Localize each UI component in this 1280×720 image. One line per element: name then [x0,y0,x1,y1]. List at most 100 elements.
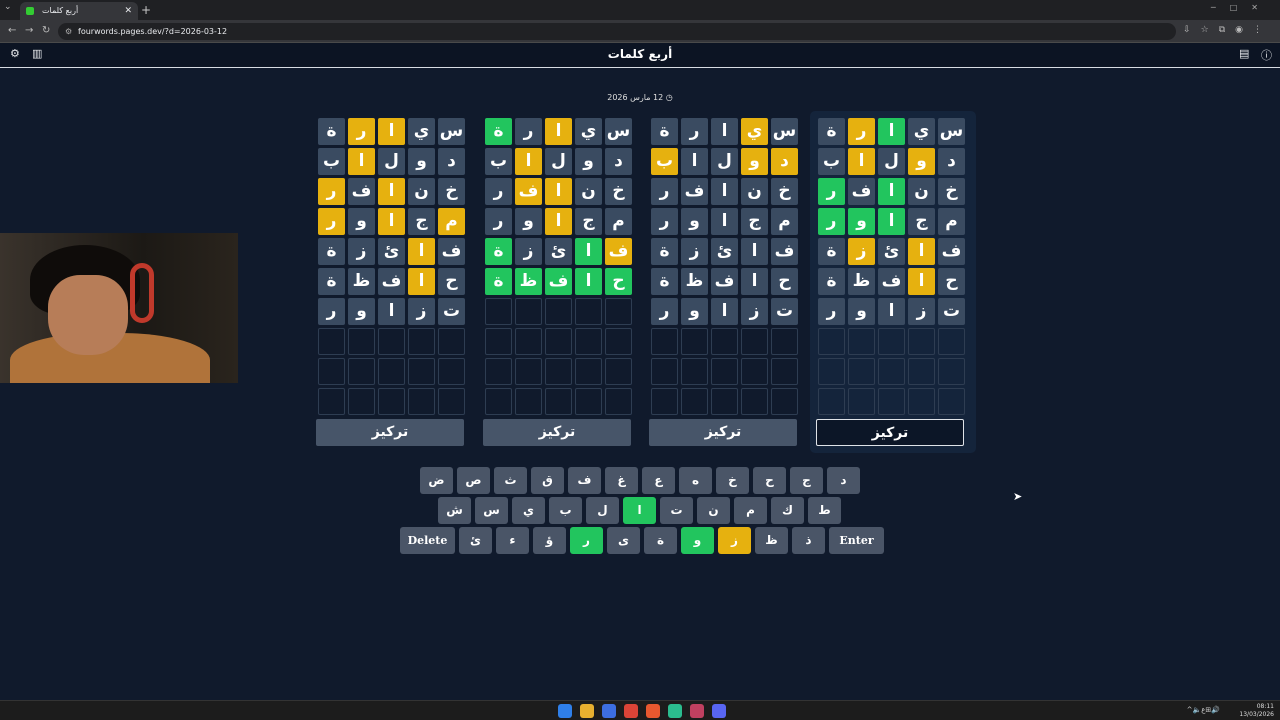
letter-tile: ر [485,178,512,205]
letter-tile: ز [681,238,708,265]
letter-tile: ا [878,178,905,205]
focus-button[interactable]: تركيز [483,419,631,446]
letter-key[interactable]: خ [716,467,749,494]
empty-tile [848,388,875,415]
empty-tile [741,388,768,415]
info-icon[interactable]: ⓘ [1261,47,1272,63]
letter-key[interactable]: ه [679,467,712,494]
letter-key[interactable]: ط [808,497,841,524]
letter-tile: و [348,208,375,235]
keyboard-row: دجحخهعغفقثصض [420,467,860,494]
letter-key[interactable]: ن [697,497,730,524]
letter-tile: و [515,208,542,235]
empty-tile [908,358,935,385]
letter-tile: م [438,208,465,235]
letter-key[interactable]: ح [753,467,786,494]
letter-key[interactable]: ض [420,467,453,494]
letter-tile: ة [318,238,345,265]
letter-key[interactable]: ت [660,497,693,524]
site-info-icon[interactable]: ⚙ [65,23,72,40]
letter-key[interactable]: ق [531,467,564,494]
empty-tile [545,388,572,415]
letter-key[interactable]: س [475,497,508,524]
window-controls[interactable]: ─□✕ [1211,3,1272,12]
letter-key[interactable]: غ [605,467,638,494]
letter-tile: خ [438,178,465,205]
word-board[interactable]: س ي ا ر ة د و ل ا ب خ ن ا ف ر م ج ا و ر ف ا ئ ز ة ح ا ف ظ ة تركيز [477,111,643,453]
focus-button[interactable]: تركيز [316,419,464,446]
system-clock[interactable]: 08:11 13/03/2026 [1239,703,1274,719]
toolbar-icons[interactable]: ⇩☆⧉◉⋮ [1183,25,1272,35]
letter-tile: ي [741,118,768,145]
start-icon[interactable] [558,704,572,718]
letter-key[interactable]: ذ [792,527,825,554]
focus-button[interactable]: تركيز [649,419,797,446]
letter-tile: ة [485,238,512,265]
letter-key[interactable]: ى [607,527,640,554]
empty-tile [651,358,678,385]
letter-tile: ا [878,208,905,235]
system-tray[interactable]: ^🔈ع⊞🔊 [1187,706,1220,714]
empty-tile [408,358,435,385]
letter-key[interactable]: ك [771,497,804,524]
letter-key[interactable]: ر [570,527,603,554]
letter-key[interactable]: م [734,497,767,524]
letter-tile: ف [378,268,405,295]
letter-tile: و [848,298,875,325]
letter-key[interactable]: ص [457,467,490,494]
letter-tile: ز [348,238,375,265]
word-board[interactable]: س ي ا ر ة د و ل ا ب خ ن ا ف ر م ج ا و ر ف ا ئ ز ة ح ا ف ظ ة ت ز ا و ر تركيز [310,111,476,453]
reload-icon[interactable]: ↻ [42,25,50,36]
letter-key[interactable]: ا [623,497,656,524]
store-icon[interactable] [602,704,616,718]
letter-tile: ب [485,148,512,175]
forward-icon[interactable]: → [25,25,33,36]
file-explorer-icon[interactable] [580,704,594,718]
tab-list-icon[interactable]: ⌄ [4,2,12,12]
letter-key[interactable]: ظ [755,527,788,554]
delete-key[interactable]: Delete [400,527,455,554]
letter-key[interactable]: ز [718,527,751,554]
guess-grid: سيارةدولابخنافرمجاورفائزةحافظةتزاور [651,118,798,415]
chrome-icon[interactable] [624,704,638,718]
letter-key[interactable]: و [681,527,714,554]
brave-icon[interactable] [646,704,660,718]
obs-icon[interactable] [690,704,704,718]
enter-key[interactable]: Enter [829,527,884,554]
focus-button[interactable]: تركيز [816,419,964,446]
letter-tile: و [348,298,375,325]
letter-key[interactable]: ج [790,467,823,494]
back-icon[interactable]: ← [8,25,16,36]
letter-tile: ظ [681,268,708,295]
new-tab-icon[interactable]: + [141,3,151,17]
word-board[interactable]: س ي ا ر ة د و ل ا ب خ ن ا ف ر م ج ا و ر ف ا ئ ز ة ح ا ف ظ ة ت ز ا و ر تركيز [643,111,809,453]
empty-tile [711,388,738,415]
letter-tile: ر [348,118,375,145]
letter-key[interactable]: ئ [459,527,492,554]
letter-tile: ز [515,238,542,265]
letter-key[interactable]: د [827,467,860,494]
letter-key[interactable]: ء [496,527,529,554]
letter-key[interactable]: ع [642,467,675,494]
letter-key[interactable]: ف [568,467,601,494]
url-input[interactable]: ⚙ fourwords.pages.dev/?d=2026-03-12 [58,23,1176,40]
letter-key[interactable]: ؤ [533,527,566,554]
letter-key[interactable]: ي [512,497,545,524]
letter-key[interactable]: ش [438,497,471,524]
app-icon[interactable] [668,704,682,718]
letter-tile: ر [818,178,845,205]
word-board[interactable]: س ي ا ر ة د و ل ا ب خ ن ا ف ر م ج ا و ر ف ا ئ ز ة ح ا ف ظ ة ت ز ا و ر تركيز [810,111,976,453]
calendar-icon[interactable]: ▤ [1239,47,1249,60]
close-tab-icon[interactable]: ✕ [124,2,132,20]
letter-key[interactable]: ل [586,497,619,524]
letter-key[interactable]: ب [549,497,582,524]
discord-icon[interactable] [712,704,726,718]
letter-key[interactable]: ة [644,527,677,554]
browser-tab[interactable]: أربع كلمات ✕ [20,2,138,20]
letter-tile: ر [681,118,708,145]
letter-tile: س [438,118,465,145]
letter-tile: ظ [348,268,375,295]
letter-tile: ا [848,148,875,175]
letter-tile: ا [408,268,435,295]
letter-key[interactable]: ث [494,467,527,494]
